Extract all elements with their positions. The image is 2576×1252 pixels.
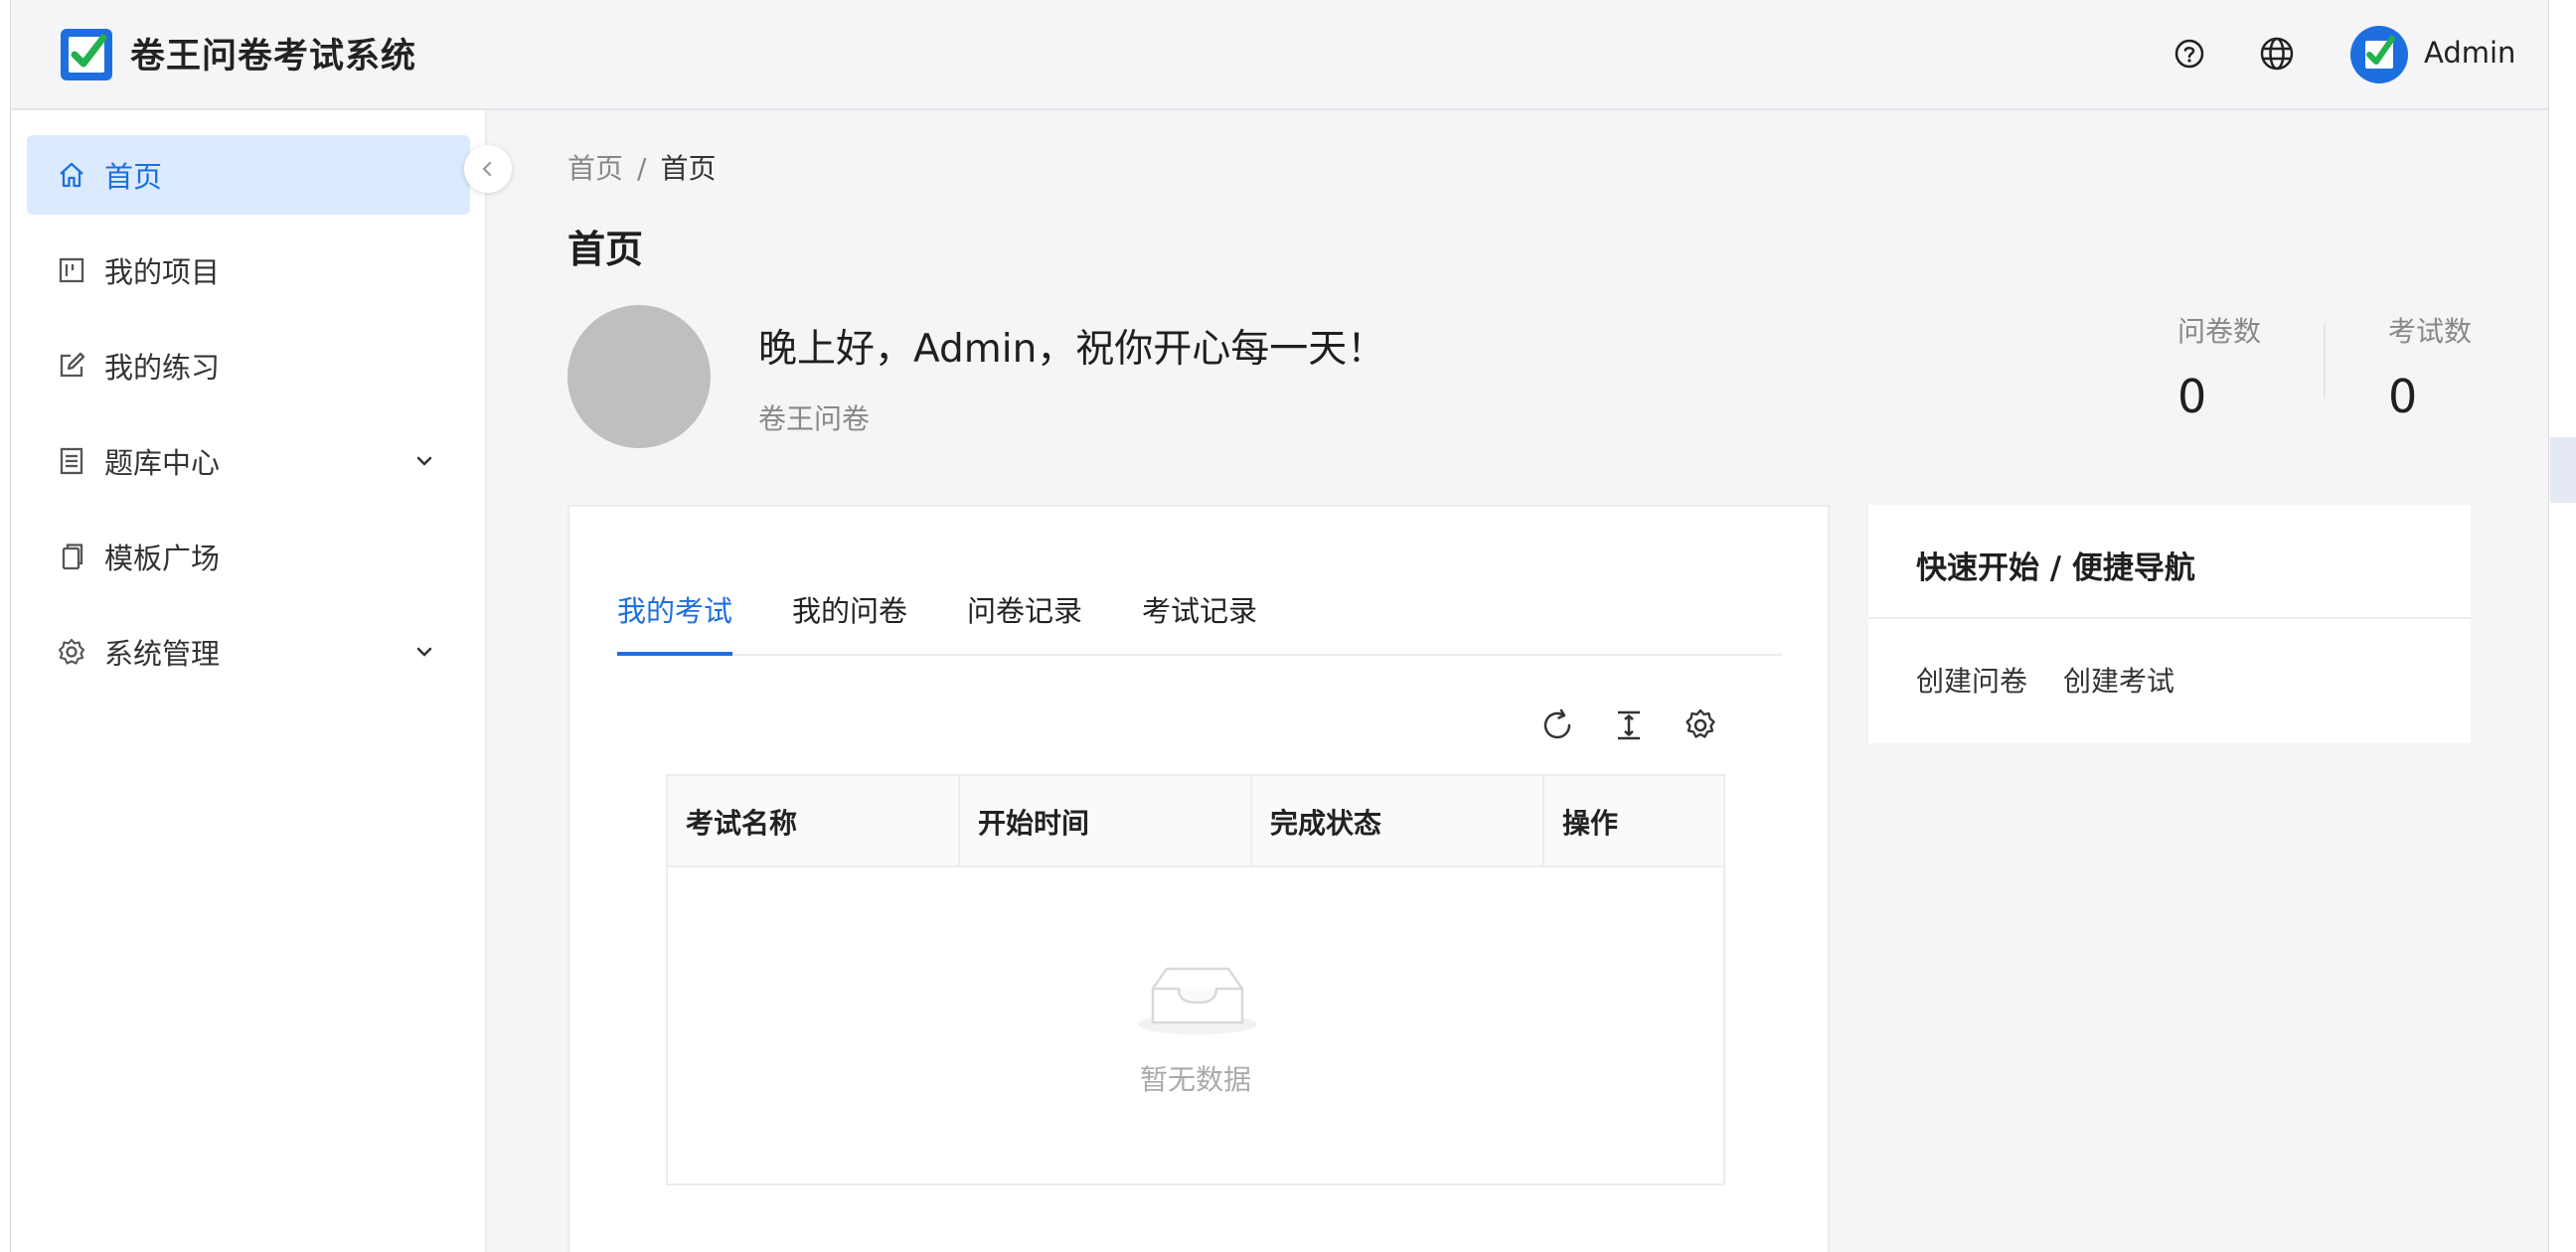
edit-icon	[60, 352, 85, 378]
tab-my-exams[interactable]: 我的考试	[617, 576, 733, 656]
globe-icon[interactable]	[2257, 34, 2297, 74]
greeting-text: 晚上好，Admin，祝你开心每一天！	[758, 327, 1386, 372]
divider	[1868, 617, 2471, 619]
chevron-down-icon	[416, 456, 432, 466]
column-settings-icon[interactable]	[1681, 705, 1720, 745]
home-icon	[60, 162, 83, 188]
tab-exam-records[interactable]: 考试记录	[1142, 576, 1257, 656]
create-survey-link[interactable]: 创建问卷	[1916, 660, 2027, 700]
question-bank-icon	[60, 447, 83, 475]
sidebar-collapse-button[interactable]	[464, 145, 512, 193]
breadcrumb-current: 首页	[660, 152, 717, 185]
project-icon	[59, 257, 84, 283]
help-icon[interactable]	[2170, 34, 2209, 74]
tab-survey-records[interactable]: 问卷记录	[967, 576, 1082, 656]
tab-bar: 我的考试 我的问卷 问卷记录 考试记录	[617, 576, 1782, 656]
sidebar-item-label: 我的练习	[104, 351, 221, 385]
empty-text: 暂无数据	[1139, 1063, 1251, 1096]
sidebar-item-practice[interactable]: 我的练习	[27, 326, 470, 405]
stat-label: 考试数	[2388, 315, 2473, 348]
chevron-left-icon	[482, 161, 492, 177]
sidebar-item-label: 题库中心	[104, 446, 221, 480]
column-header[interactable]: 考试名称	[668, 776, 960, 867]
sidebar-item-home[interactable]: 首页	[27, 135, 470, 215]
refresh-icon[interactable]	[1537, 705, 1577, 745]
sidebar-item-system[interactable]: 系统管理	[27, 612, 470, 692]
settings-icon	[58, 638, 85, 665]
sidebar-item-label: 首页	[104, 160, 163, 194]
stat-label: 问卷数	[2177, 315, 2262, 348]
breadcrumb-separator: /	[637, 152, 647, 185]
tabs-card: 我的考试 我的问卷 问卷记录 考试记录 考试名称 开始时间 完成状态 操作 暂无…	[567, 505, 1830, 1252]
app-window: 卷王问卷考试系统 Admin 首页 我的项目 我的练习 题库中心 模板广场 系统…	[10, 0, 2549, 1252]
page-title: 首页	[567, 228, 644, 271]
quick-nav-title: 快速开始 / 便捷导航	[1916, 550, 2195, 586]
logo-icon	[61, 29, 112, 80]
user-name[interactable]: Admin	[2424, 36, 2515, 70]
stat-surveys: 问卷数 0	[2177, 310, 2261, 423]
background-window-edge	[2550, 437, 2576, 503]
column-header[interactable]: 开始时间	[960, 776, 1252, 867]
breadcrumb: 首页 / 首页	[567, 147, 716, 187]
density-icon[interactable]	[1609, 705, 1649, 745]
sidebar-item-label: 系统管理	[104, 637, 221, 671]
sidebar-item-question-bank[interactable]: 题库中心	[27, 421, 470, 501]
profile-avatar	[567, 305, 711, 448]
tab-my-surveys[interactable]: 我的问卷	[792, 576, 907, 656]
breadcrumb-root[interactable]: 首页	[567, 152, 623, 185]
sidebar-item-label: 我的项目	[104, 255, 221, 289]
greeting-subtitle: 卷王问卷	[758, 402, 871, 435]
chevron-down-icon	[416, 647, 432, 657]
sidebar-item-templates[interactable]: 模板广场	[27, 517, 470, 596]
app-title: 卷王问卷考试系统	[130, 37, 417, 77]
stat-value: 0	[2388, 370, 2418, 423]
quick-nav-card: 快速开始 / 便捷导航 创建问卷 创建考试	[1868, 505, 2471, 743]
sidebar-item-label: 模板广场	[104, 542, 221, 575]
top-header: 卷王问卷考试系统 Admin	[11, 0, 2548, 110]
sidebar: 首页 我的项目 我的练习 题库中心 模板广场 系统管理	[11, 110, 487, 1252]
empty-box-icon	[1138, 967, 1257, 1034]
column-header[interactable]: 完成状态	[1252, 776, 1544, 867]
user-avatar-icon[interactable]	[2350, 26, 2408, 83]
stat-exams: 考试数 0	[2388, 310, 2472, 423]
column-header: 操作	[1562, 807, 1619, 840]
exam-table: 考试名称 开始时间 完成状态 操作 暂无数据	[666, 774, 1725, 1185]
table-header: 考试名称 开始时间 完成状态 操作	[668, 776, 1723, 867]
stat-value: 0	[2177, 370, 2207, 423]
stat-divider	[2324, 323, 2326, 398]
template-icon	[62, 544, 83, 570]
sidebar-item-projects[interactable]: 我的项目	[27, 231, 470, 310]
create-exam-link[interactable]: 创建考试	[2063, 660, 2174, 700]
